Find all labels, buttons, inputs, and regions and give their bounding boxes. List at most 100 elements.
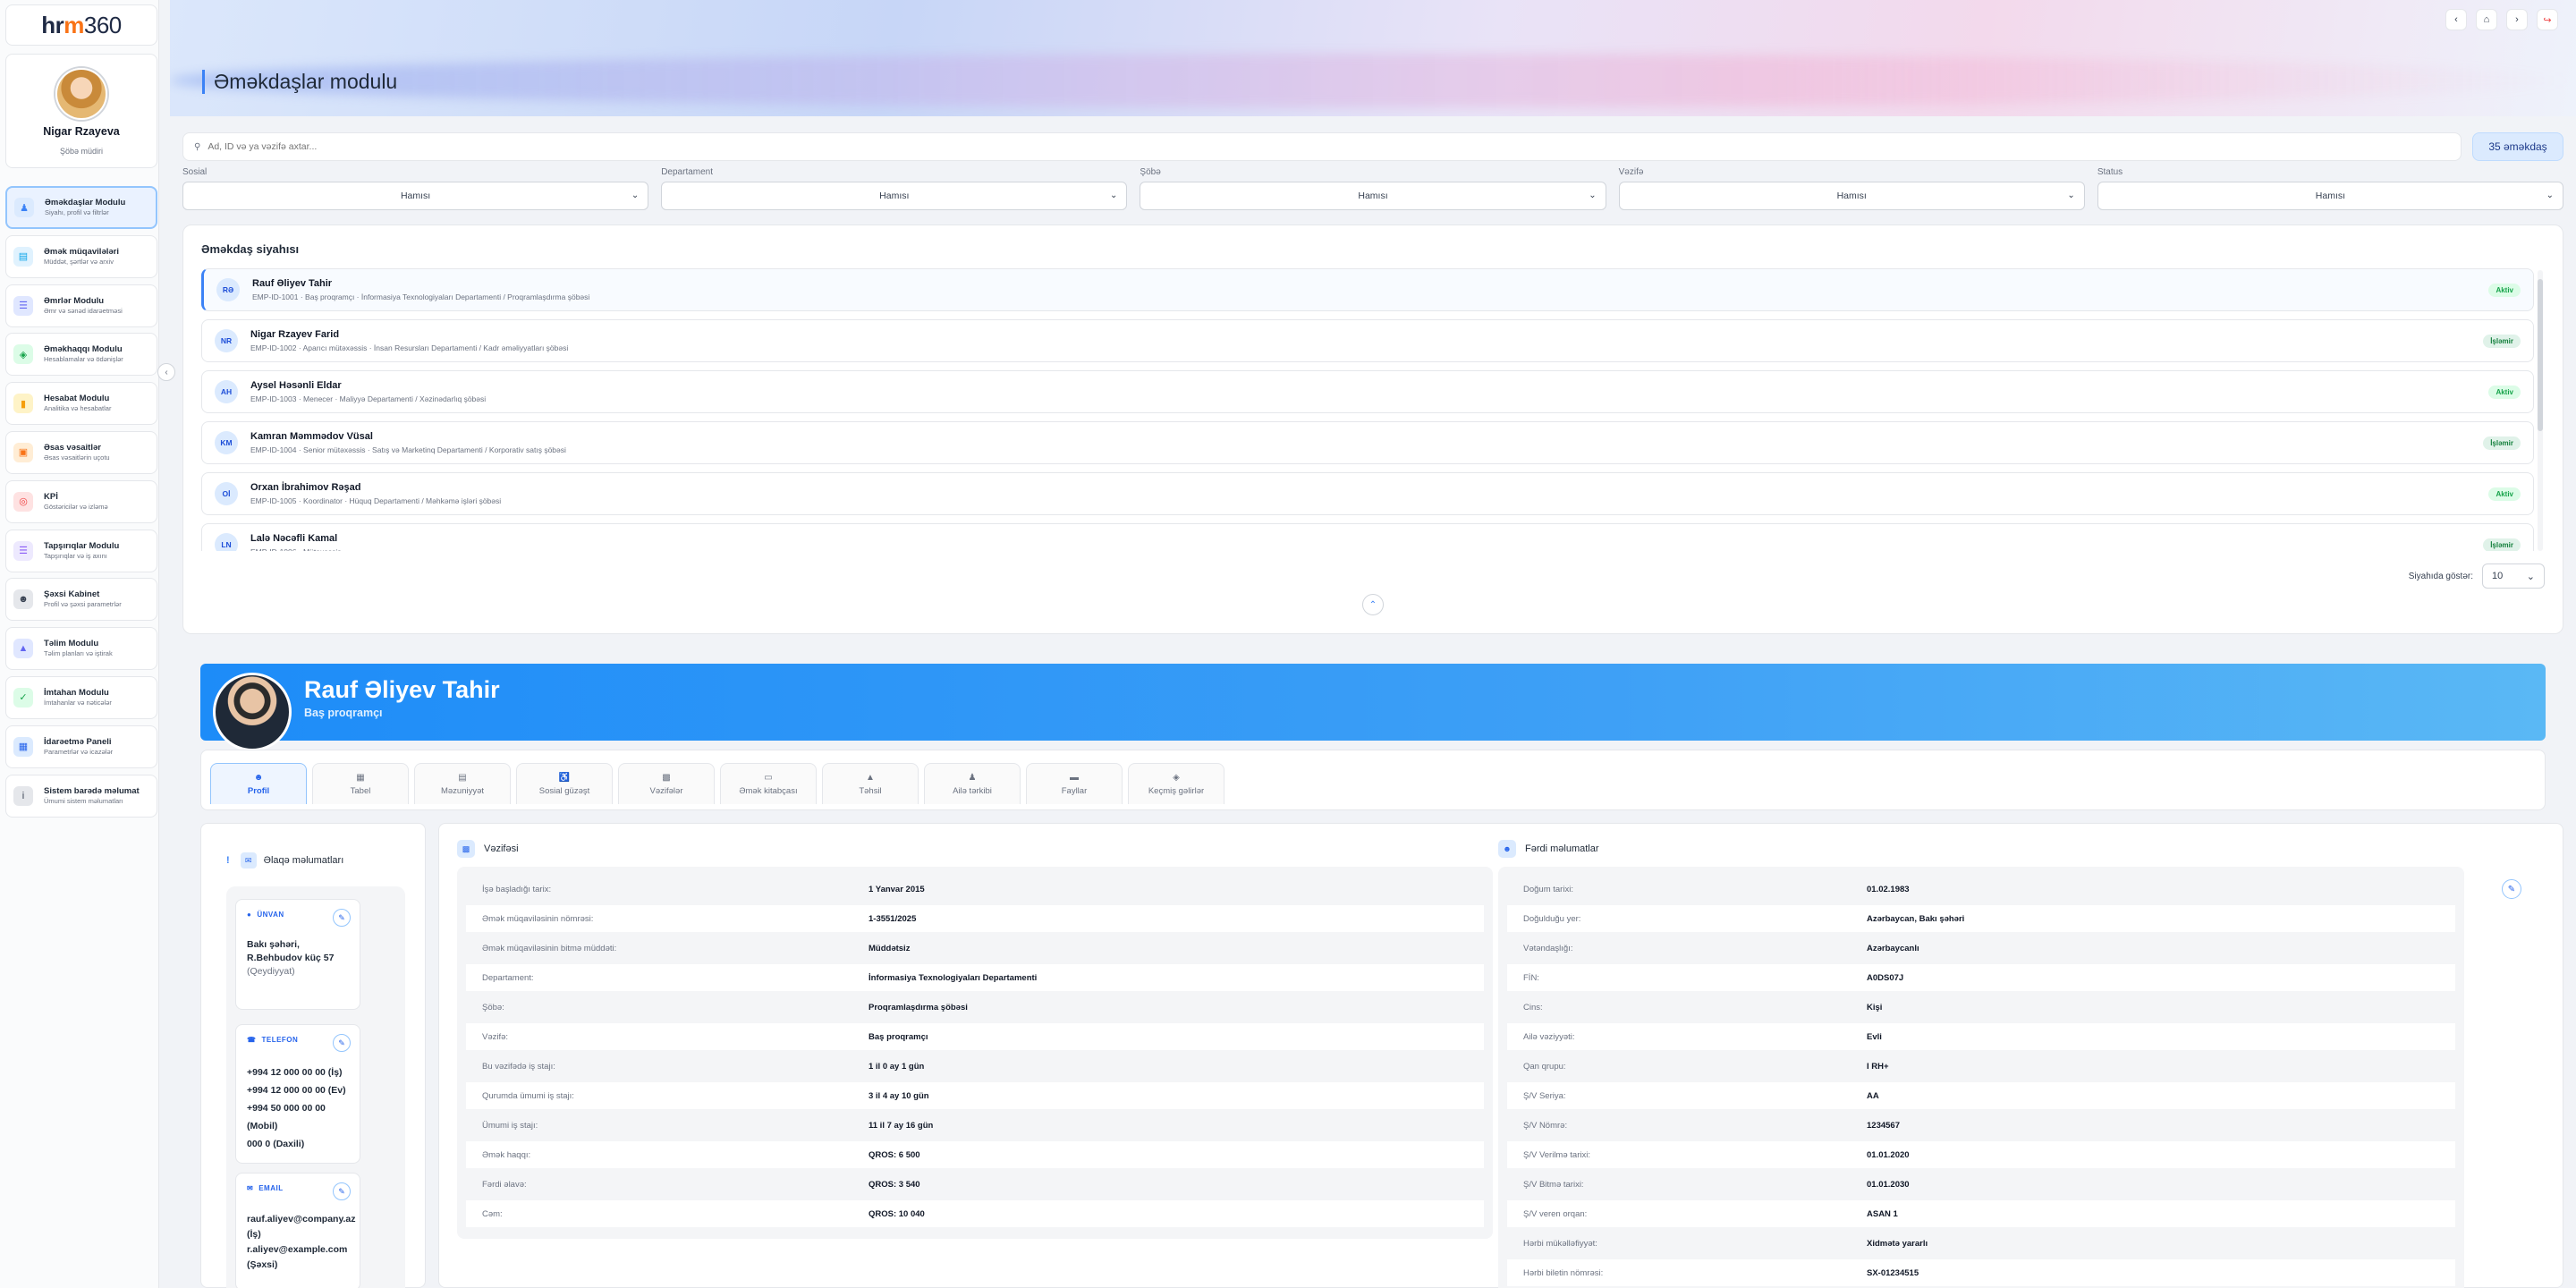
nav-sub: Parametrlər və icazələr: [44, 747, 114, 756]
logout-button[interactable]: ↪: [2537, 9, 2558, 30]
tab-1[interactable]: ▦ Tabel: [312, 763, 409, 804]
briefcase-icon: ▩: [662, 772, 671, 783]
employee-details: EMP-ID-1001 · Baş proqramçı · İnformasiy…: [252, 292, 590, 301]
employee-name: Aysel Həsənli Eldar: [250, 380, 342, 391]
employee-list-title: Əməkdaş siyahısı: [201, 242, 300, 256]
edit-email-button[interactable]: ✎: [333, 1182, 351, 1200]
employee-name: Nigar Rzayev Farid: [250, 329, 340, 340]
money-icon: ◈: [13, 344, 33, 365]
status-badge: İşləmir: [2483, 436, 2521, 450]
nav-item-box[interactable]: ▣ Əsas vəsaitlər Əsas vəsaitlərin uçotu: [5, 430, 157, 474]
nav-item-user-circle[interactable]: ☻ Şəxsi Kabinet Profil və şəxsi parametrlə…: [5, 578, 157, 622]
info-key: Hərbi mükəlləfiyyət:: [1523, 1238, 1597, 1249]
info-row: Ümumi iş stajı: 11 il 7 ay 16 gün: [466, 1112, 1484, 1139]
phone-value[interactable]: +994 50 000 00 00 (Mobil): [247, 1099, 349, 1135]
user-profile[interactable]: Nigar Rzayeva Şöbə müdiri: [5, 54, 157, 168]
nav-sub: Siyahı, profil və filtrlər: [45, 208, 109, 216]
filter-select[interactable]: Hamısı ⌄: [661, 182, 1128, 210]
tab-6[interactable]: ▲ Təhsil: [822, 763, 919, 804]
info-value: 01.01.2020: [1867, 1149, 1910, 1160]
back-button[interactable]: ‹: [2445, 9, 2467, 30]
tab-0[interactable]: ☻ Profil: [210, 763, 307, 804]
employee-avatar: LN: [215, 533, 238, 551]
email-value[interactable]: rauf.aliyev@company.az (İş): [247, 1212, 356, 1242]
filter-1: Departament Hamısı ⌄: [661, 167, 1128, 212]
employee-row[interactable]: RƏ Rauf Əliyev Tahir EMP-ID-1001 · Baş pro…: [201, 268, 2534, 311]
filter-label: Sosial: [182, 167, 208, 177]
nav-item-target[interactable]: ◎ KPİ Göstəricilər və izləmə: [5, 479, 157, 523]
edit-personal-button[interactable]: ✎: [2502, 879, 2521, 899]
tab-7[interactable]: ♟ Ailə tərkibi: [924, 763, 1021, 804]
info-value: Xidmətə yararlı: [1867, 1238, 1928, 1249]
nav-item-grid[interactable]: ▦ İdarəetmə Paneli Parametrlər və icazələr: [5, 724, 157, 768]
info-value: QROS: 6 500: [869, 1149, 920, 1160]
pencil-icon: ✎: [338, 912, 345, 922]
info-row: Əmək haqqı: QROS: 6 500: [466, 1141, 1484, 1168]
filter-select[interactable]: Hamısı ⌄: [1618, 182, 2085, 210]
info-key: Əmək müqaviləsinin bitmə müddəti:: [482, 943, 617, 953]
tab-label: Fayllar: [1061, 785, 1088, 796]
info-row: Departament: İnformasiya Texnologiyaları …: [466, 964, 1484, 991]
email-value[interactable]: r.aliyev@example.com (Şəxsi): [247, 1242, 349, 1273]
profile-photo: [213, 673, 292, 751]
info-row: İşə başladığı tarix: 1 Yanvar 2015: [466, 876, 1484, 902]
employee-row[interactable]: NR Nigar Rzayev Farid EMP-ID-1002 · Aparıc…: [201, 319, 2534, 362]
employee-row[interactable]: Oİ Orxan İbrahimov Rəşad EMP-ID-1005 · Koo…: [201, 472, 2534, 515]
phone-value[interactable]: 000 0 (Daxili): [247, 1135, 349, 1153]
edit-phone-button[interactable]: ✎: [333, 1034, 351, 1052]
tab-label: Profil: [247, 785, 270, 796]
tab-2[interactable]: ▤ Məzuniyyət: [414, 763, 511, 804]
info-row: Cins: Kişi: [1507, 994, 2455, 1021]
per-page-value: 10: [2492, 571, 2504, 581]
forward-button[interactable]: ›: [2506, 9, 2528, 30]
logo[interactable]: hrm360: [5, 4, 157, 46]
info-key: FİN:: [1523, 972, 1539, 983]
info-row: Doğum tarixi: 01.02.1983: [1507, 876, 2455, 902]
employee-row[interactable]: KM Kamran Məmmədov Vüsal EMP-ID-1004 · Sen…: [201, 421, 2534, 464]
filter-select[interactable]: Hamısı ⌄: [1140, 182, 1606, 210]
search-input[interactable]: [208, 141, 2355, 152]
collapse-list-button[interactable]: ⌃: [1362, 594, 1384, 615]
nav-item-contract[interactable]: ▤ Əmək müqavilələri Müddət, şərtlər və arx…: [5, 234, 157, 278]
scrollbar-thumb[interactable]: [2538, 279, 2543, 431]
phone-value[interactable]: +994 12 000 00 00 (İş): [247, 1063, 349, 1081]
tab-3[interactable]: ♿ Sosial güzəşt: [516, 763, 613, 804]
chevron-right-icon: ›: [2515, 14, 2519, 25]
info-key: Hərbi biletin nömrəsi:: [1523, 1267, 1604, 1278]
per-page-select[interactable]: 10 ⌄: [2482, 564, 2545, 589]
chart-icon: ▮: [13, 394, 33, 414]
nav-item-info[interactable]: i Sistem barədə məlumat Ümumi sistem məlum…: [5, 774, 157, 818]
filter-label: Şöbə: [1140, 167, 1161, 177]
tab-9[interactable]: ◈ Keçmiş gəlirlər: [1128, 763, 1224, 804]
nav-item-money[interactable]: ◈ Əməkhaqqı Modulu Hesablamalar və ödənişl…: [5, 333, 157, 377]
employee-row[interactable]: LN Lalə Nəcəfli Kamal EMP-ID-1006 · Mütəxə…: [201, 523, 2534, 551]
nav-item-document[interactable]: ☰ Əmrlər Modulu Əmr və sənəd idarəetməsi: [5, 284, 157, 327]
employee-avatar: KM: [215, 431, 238, 454]
phone-value[interactable]: +994 12 000 00 00 (Ev): [247, 1081, 349, 1099]
nav-item-graduation[interactable]: ▲ Təlim Modulu Təlim planları və iştirak: [5, 627, 157, 671]
filter-0: Sosial Hamısı ⌄: [182, 167, 649, 212]
tab-label: Keçmiş gəlirlər: [1148, 785, 1205, 796]
tab-5[interactable]: ▭ Əmək kitabçası: [720, 763, 817, 804]
filter-select[interactable]: Hamısı ⌄: [2097, 182, 2564, 210]
status-badge: Aktiv: [2488, 487, 2521, 501]
tab-4[interactable]: ▩ Vəzifələr: [618, 763, 715, 804]
list-scrollbar[interactable]: [2538, 270, 2543, 551]
employee-row[interactable]: AH Aysel Həsənli Eldar EMP-ID-1003 · Menec…: [201, 370, 2534, 413]
edit-address-button[interactable]: ✎: [333, 909, 351, 927]
info-value: Azərbaycan, Bakı şəhəri: [1867, 913, 1965, 924]
home-button[interactable]: ⌂: [2476, 9, 2497, 30]
nav-item-tasks[interactable]: ☰ Tapşırıqlar Modulu Tapşırıqlar və iş axı…: [5, 529, 157, 572]
collapse-sidebar-button[interactable]: ‹: [157, 363, 175, 381]
tab-8[interactable]: ▬ Fayllar: [1026, 763, 1123, 804]
status-badge: İşləmir: [2483, 538, 2521, 551]
filter-select[interactable]: Hamısı ⌄: [182, 182, 649, 210]
nav-item-chart[interactable]: ▮ Hesabat Modulu Analitika və hesabatlar: [5, 382, 157, 426]
info-value: Proqramlaşdırma şöbəsi: [869, 1002, 968, 1013]
info-key: Qan qrupu:: [1523, 1061, 1566, 1072]
email-block: ✉ EMAIL ✎ rauf.aliyev@company.az (İş) r.al…: [235, 1173, 360, 1288]
nav-item-users[interactable]: ♟ Əməkdaşlar Modulu Siyahı, profil və filt…: [5, 186, 157, 229]
status-badge: Aktiv: [2488, 284, 2521, 297]
nav-item-exam[interactable]: ✓ İmtahan Modulu İmtahanlar və nəticələr: [5, 675, 157, 719]
info-value: ASAN 1: [1867, 1208, 1898, 1219]
